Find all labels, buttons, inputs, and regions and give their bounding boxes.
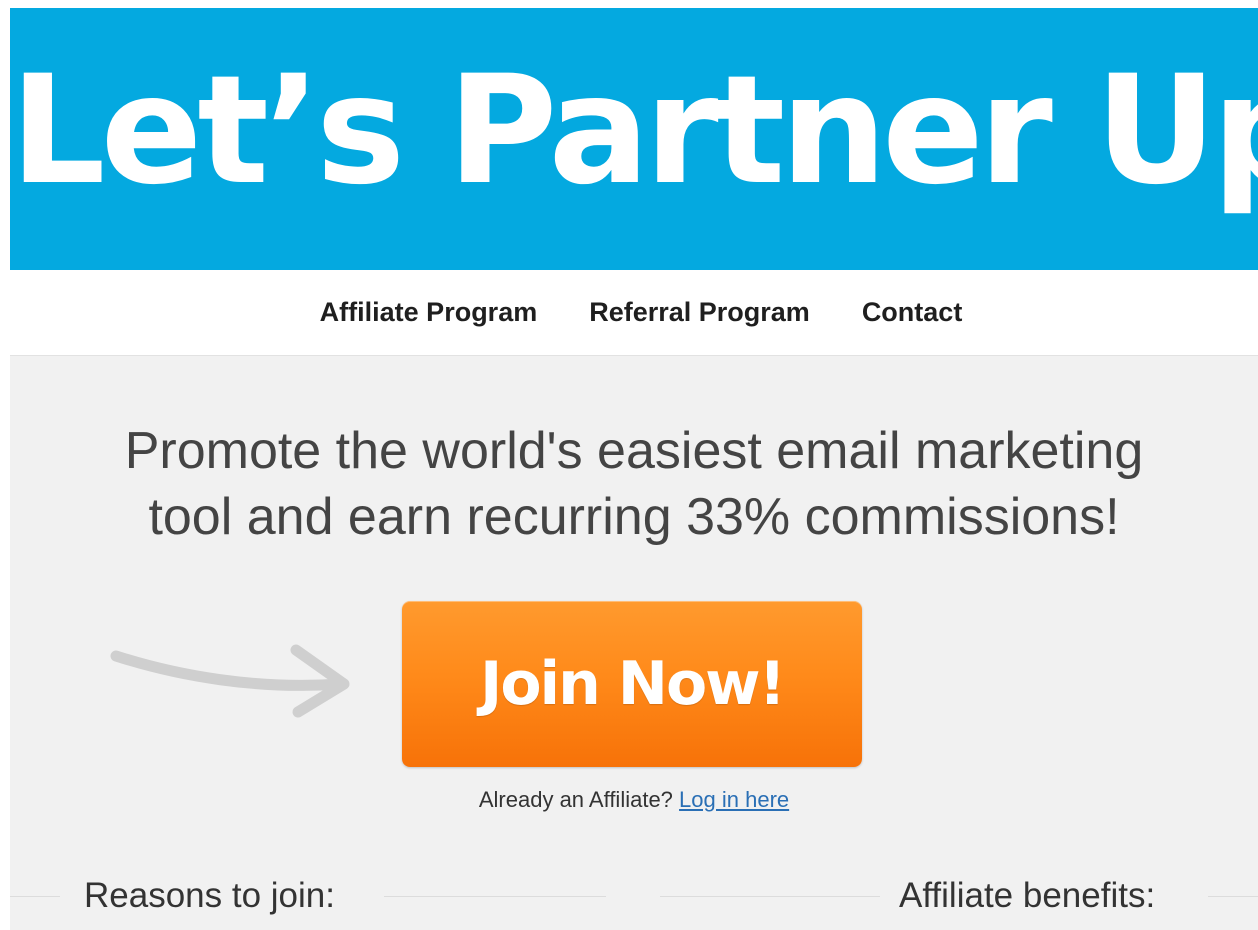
top-strip xyxy=(0,0,1258,8)
login-link[interactable]: Log in here xyxy=(679,787,789,812)
divider-right-2 xyxy=(1208,896,1258,897)
join-now-label: Join Now! xyxy=(480,649,786,719)
nav-item-affiliate-program[interactable]: Affiliate Program xyxy=(320,297,538,328)
headline-line-1: Promote the world's easiest email market… xyxy=(124,422,1144,480)
page: Let’s Partner Up! Affiliate Program Refe… xyxy=(0,0,1258,930)
left-strip xyxy=(0,0,10,930)
divider-right-1 xyxy=(660,896,880,897)
reasons-heading: Reasons to join: xyxy=(84,876,335,915)
nav-bar: Affiliate Program Referral Program Conta… xyxy=(10,270,1258,356)
nav-links: Affiliate Program Referral Program Conta… xyxy=(10,270,1258,355)
arrow-right-icon xyxy=(110,644,350,718)
benefits-heading: Affiliate benefits: xyxy=(899,876,1156,915)
affiliate-prompt: Already an Affiliate? xyxy=(478,787,673,812)
join-now-button[interactable]: Join Now! xyxy=(402,601,862,767)
divider-left-2 xyxy=(384,896,606,897)
affiliate-login-line: Already an Affiliate? Log in here xyxy=(10,787,1258,813)
headline-line-2: tool and earn recurring 33% commissions! xyxy=(148,488,1120,546)
page-headline: Promote the world's easiest email market… xyxy=(10,418,1258,550)
divider-left-1 xyxy=(10,896,60,897)
nav-item-referral-program[interactable]: Referral Program xyxy=(589,297,810,328)
hero-title: Let’s Partner Up! xyxy=(10,44,1258,218)
nav-item-contact[interactable]: Contact xyxy=(862,297,963,328)
hero-banner: Let’s Partner Up! xyxy=(10,8,1258,270)
